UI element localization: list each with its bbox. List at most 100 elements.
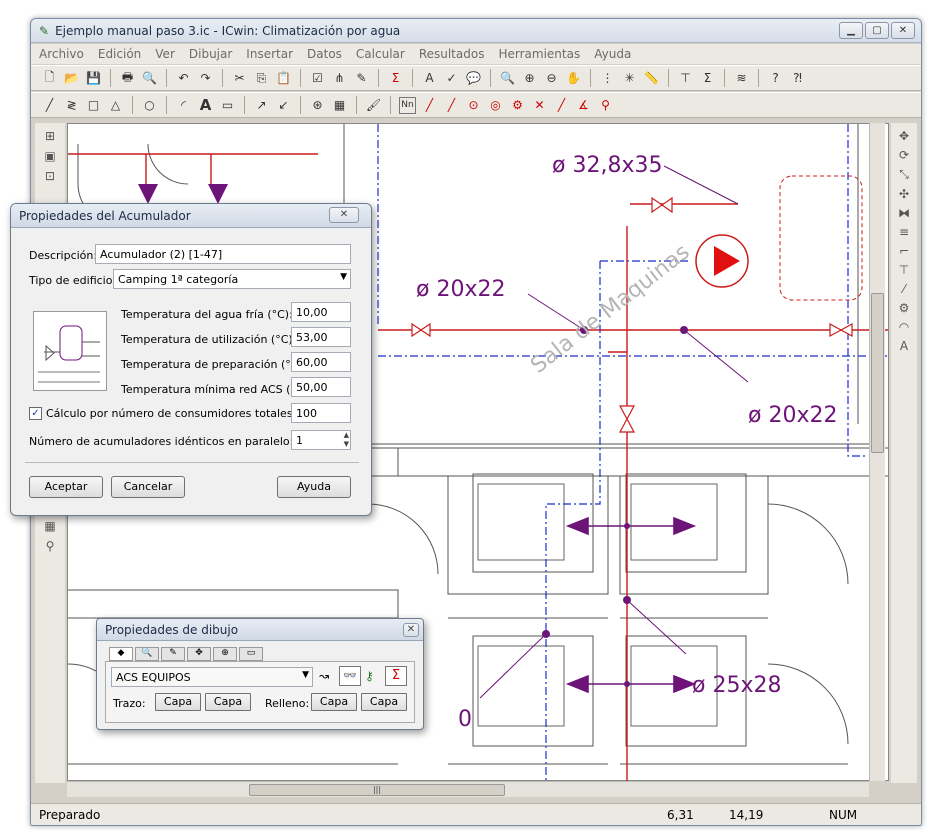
triangle-icon[interactable]: △ — [107, 97, 124, 114]
pipe-red-icon[interactable]: ╱ — [421, 97, 438, 114]
vertical-scrollbar[interactable] — [869, 123, 885, 781]
circle-icon[interactable]: ○ — [141, 97, 158, 114]
settings-icon[interactable]: ⚙ — [899, 301, 910, 315]
open-folder-icon[interactable]: 📂 — [63, 70, 80, 87]
zoom-in-icon[interactable]: ⊕ — [521, 70, 538, 87]
acumulador-close-button[interactable]: ✕ — [329, 207, 359, 223]
menu-datos[interactable]: Datos — [307, 47, 342, 61]
left-tool-pin-icon[interactable]: ⚲ — [46, 539, 55, 553]
cancelar-button[interactable]: Cancelar — [111, 476, 185, 498]
corner-icon[interactable]: ⌐ — [899, 244, 909, 258]
dimension-icon[interactable]: ↗ — [253, 97, 270, 114]
close-button[interactable]: ✕ — [891, 22, 915, 39]
calculo-input[interactable]: 100 — [291, 403, 351, 423]
pencil-icon[interactable]: ✎ — [353, 70, 370, 87]
temp-fria-input[interactable]: 10,00 — [291, 302, 351, 322]
left-tool-1-icon[interactable]: ⊞ — [45, 129, 55, 143]
mirror-icon[interactable]: ⧓ — [898, 206, 910, 220]
print-icon[interactable]: 🖶 — [119, 70, 136, 87]
zoom-icon[interactable]: 🔍 — [499, 70, 516, 87]
spinner-icon[interactable]: ▲ ▼ — [344, 431, 349, 449]
undo-icon[interactable]: ↶ — [175, 70, 192, 87]
tab-folder-icon[interactable]: ▭ — [239, 647, 263, 661]
text-icon[interactable]: A — [421, 70, 438, 87]
text-tool-icon[interactable]: A — [197, 96, 214, 114]
pick-color-icon[interactable]: ↝ — [319, 669, 329, 683]
menu-archivo[interactable]: Archivo — [39, 47, 84, 61]
calculo-checkbox[interactable]: ✓ — [29, 407, 42, 420]
horizontal-scrollbar[interactable]: ||| — [67, 781, 869, 797]
target-icon[interactable]: ◎ — [487, 97, 504, 114]
key-icon[interactable]: ⚷ — [365, 669, 374, 683]
cut-icon[interactable]: ✂ — [231, 70, 248, 87]
break-icon[interactable]: ⁄ — [903, 282, 905, 296]
delete-icon[interactable]: ✕ — [531, 97, 548, 114]
menu-insertar[interactable]: Insertar — [246, 47, 293, 61]
check-icon[interactable]: ☑ — [309, 70, 326, 87]
zoom-out-icon[interactable]: ⊖ — [543, 70, 560, 87]
point-icon[interactable]: ⊙ — [465, 97, 482, 114]
binoculars-icon[interactable]: 👓 — [339, 666, 361, 686]
sigma-icon[interactable]: Σ — [387, 70, 404, 87]
tee-icon[interactable]: ⊤ — [899, 263, 909, 277]
rectangle-icon[interactable]: □ — [85, 97, 102, 114]
font-icon[interactable]: A — [900, 339, 908, 353]
menu-ver[interactable]: Ver — [155, 47, 175, 61]
label-icon[interactable]: ▭ — [219, 97, 236, 114]
num-acumuladores-input[interactable]: 1 ▲ ▼ — [291, 430, 351, 450]
left-tool-3-icon[interactable]: ⊡ — [45, 169, 55, 183]
angle-icon[interactable]: ∡ — [575, 97, 592, 114]
align-icon[interactable]: ≡ — [899, 225, 909, 239]
pipe-blue-icon[interactable]: ╱ — [553, 97, 570, 114]
scroll-thumb[interactable]: ||| — [249, 784, 505, 796]
valve-icon[interactable]: ⚲ — [597, 97, 614, 114]
menu-ayuda[interactable]: Ayuda — [594, 47, 631, 61]
line-icon[interactable]: ╱ — [41, 97, 58, 114]
paste-icon[interactable]: 📋 — [275, 70, 292, 87]
sigma-calc-icon[interactable]: Σ — [385, 666, 407, 686]
dibujo-close-button[interactable]: ✕ — [403, 623, 419, 637]
new-file-icon[interactable]: 🗋 — [41, 70, 58, 87]
menu-herramientas[interactable]: Herramientas — [498, 47, 580, 61]
menu-dibujar[interactable]: Dibujar — [189, 47, 232, 61]
snap-icon[interactable]: ✳ — [621, 70, 638, 87]
save-icon[interactable]: 💾 — [85, 70, 102, 87]
temp-min-input[interactable]: 50,00 — [291, 377, 351, 397]
help-icon[interactable]: ? — [767, 70, 784, 87]
minimize-button[interactable]: ▁ — [839, 22, 863, 39]
explode-icon[interactable]: ✣ — [899, 187, 909, 201]
aceptar-button[interactable]: Aceptar — [29, 476, 103, 498]
temp-util-input[interactable]: 53,00 — [291, 327, 351, 347]
left-tool-2-icon[interactable]: ▣ — [44, 149, 55, 163]
ayuda-button[interactable]: Ayuda — [277, 476, 351, 498]
temp-prep-input[interactable]: 60,00 — [291, 352, 351, 372]
ruler-icon[interactable]: 📏 — [643, 70, 660, 87]
tab-move-icon[interactable]: ✥ — [187, 647, 211, 661]
redo-icon[interactable]: ↷ — [197, 70, 214, 87]
node-icon[interactable]: Nn — [399, 96, 416, 114]
left-tool-grid-icon[interactable]: ▦ — [44, 519, 55, 533]
brush-icon[interactable]: 🖌 — [365, 97, 382, 114]
menu-resultados[interactable]: Resultados — [419, 47, 485, 61]
layer-select[interactable]: ACS EQUIPOS ▼ — [111, 667, 313, 687]
print-preview-icon[interactable]: 🔍 — [141, 70, 158, 87]
polyline-icon[interactable]: ≷ — [63, 97, 80, 114]
tab-search-icon[interactable]: 🔍 — [135, 647, 159, 661]
descripcion-input[interactable]: Acumulador (2) [1-47] — [95, 244, 351, 264]
arc-icon[interactable]: ◜ — [175, 97, 192, 114]
context-help-icon[interactable]: ⁈ — [789, 70, 806, 87]
tree-icon[interactable]: ⋔ — [331, 70, 348, 87]
spell-icon[interactable]: ✓ — [443, 70, 460, 87]
tab-properties-icon[interactable]: ◆ — [109, 647, 133, 661]
scale-icon[interactable]: ⤡ — [899, 167, 909, 182]
sum-icon[interactable]: Σ — [699, 70, 716, 87]
layers-icon[interactable]: ≋ — [733, 70, 750, 87]
rotate-icon[interactable]: ⟳ — [899, 148, 909, 162]
maximize-button[interactable]: ▢ — [865, 22, 889, 39]
copy-icon[interactable]: ⎘ — [253, 70, 270, 87]
menu-calcular[interactable]: Calcular — [356, 47, 405, 61]
leader-icon[interactable]: ↙ — [275, 97, 292, 114]
tipo-edificio-select[interactable]: Camping 1ª categoría ▼ — [113, 269, 351, 289]
trazo-capa-button-1[interactable]: Capa — [155, 693, 201, 711]
tab-target-icon[interactable]: ⊕ — [213, 647, 237, 661]
